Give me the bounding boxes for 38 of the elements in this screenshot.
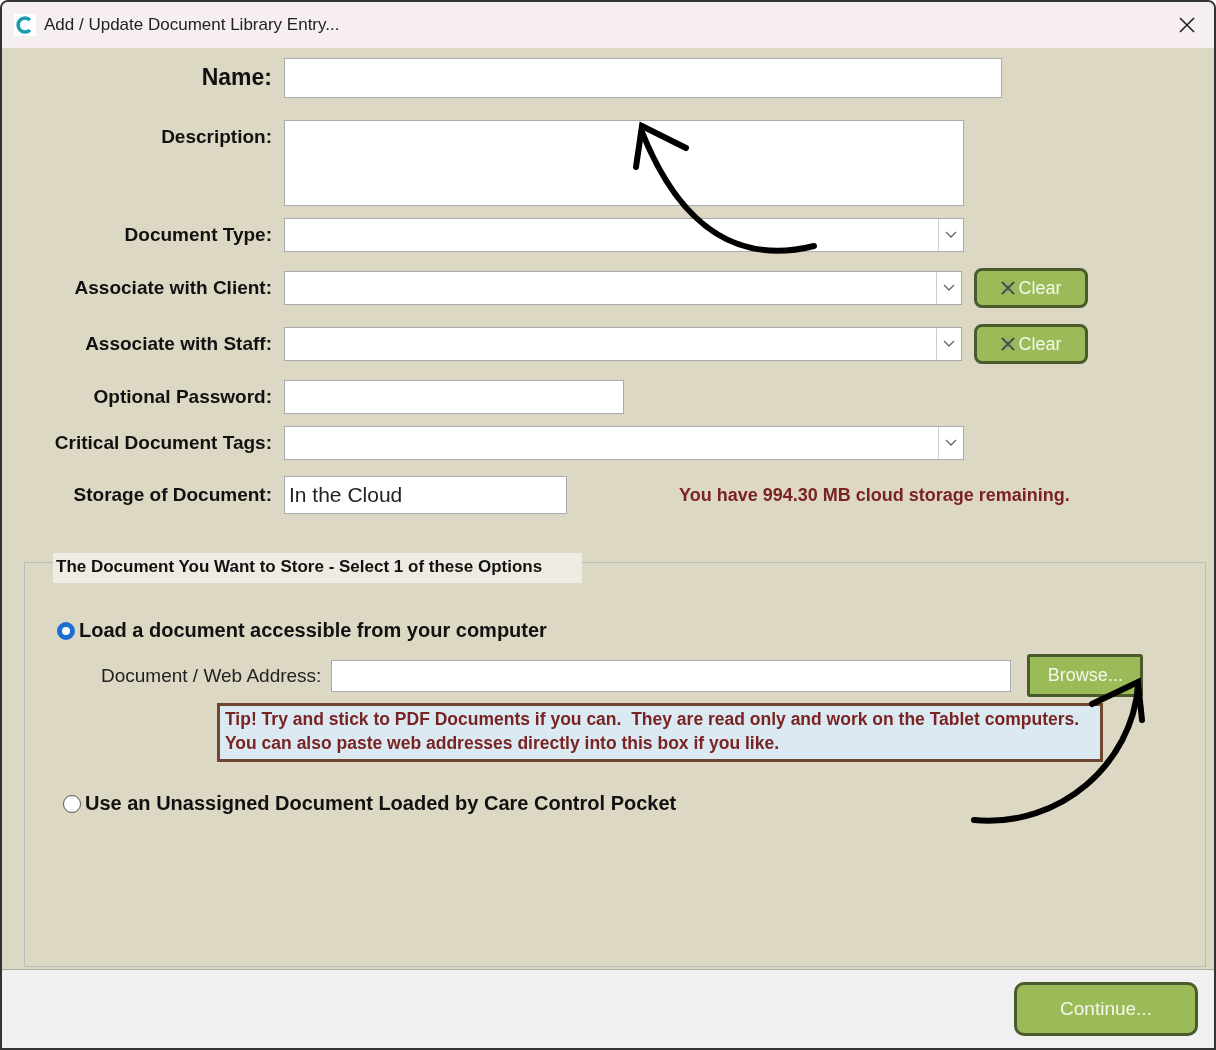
close-icon: [1000, 336, 1017, 352]
close-icon: [1000, 280, 1017, 296]
storage-field[interactable]: In the Cloud: [284, 476, 567, 514]
field-label: Storage of Document:: [72, 484, 272, 506]
dropdown-field[interactable]: [284, 426, 964, 460]
address-field[interactable]: [331, 659, 1012, 692]
tip-text: Tip! Try and stick to PDF Documents if you can. They are read only and work on the Tablet computers. You can also paste web addresses directly into this box if you like.: [217, 703, 1103, 762]
chevron-down-icon: [943, 284, 955, 292]
name-field[interactable]: [284, 58, 1002, 98]
dropdown-field[interactable]: [284, 271, 962, 305]
continue-button[interactable]: Continue...: [1014, 982, 1198, 1036]
field-label: Critical Document Tags:: [53, 432, 272, 454]
clear-button[interactable]: Clear: [974, 268, 1088, 308]
field-label: Document Type:: [123, 224, 272, 246]
app-logo-icon: [14, 14, 36, 36]
clear-button[interactable]: Clear: [974, 324, 1088, 364]
description-field[interactable]: [284, 120, 964, 206]
window-title: Add / Update Document Library Entry...: [44, 15, 341, 35]
radio-button[interactable]: [57, 621, 75, 640]
field-label: Associate with Client:: [73, 277, 272, 299]
close-icon: [1178, 16, 1196, 34]
radio-button[interactable]: [63, 794, 81, 813]
address-label: Document / Web Address:: [101, 664, 322, 687]
option-label: Use an Unassigned Document Loaded by Care Control Pocket: [85, 792, 677, 815]
password-field[interactable]: [284, 380, 624, 414]
browse-button[interactable]: Browse...: [1027, 654, 1144, 697]
field-label: Description:: [160, 125, 272, 148]
storage-note: You have 994.30 MB cloud storage remaining.: [679, 484, 1070, 506]
field-label: Name:: [200, 63, 272, 91]
dropdown-field[interactable]: [284, 327, 962, 361]
chevron-down-icon: [943, 340, 955, 348]
field-label: Optional Password:: [92, 386, 272, 408]
chevron-down-icon: [945, 231, 957, 239]
chevron-down-icon: [945, 439, 957, 447]
field-label: Associate with Staff:: [84, 333, 272, 355]
option-label: Load a document accessible from your computer: [79, 619, 547, 642]
group-title: The Document You Want to Store - Select 1 of these Options: [53, 553, 583, 583]
dropdown-field[interactable]: [284, 218, 964, 252]
